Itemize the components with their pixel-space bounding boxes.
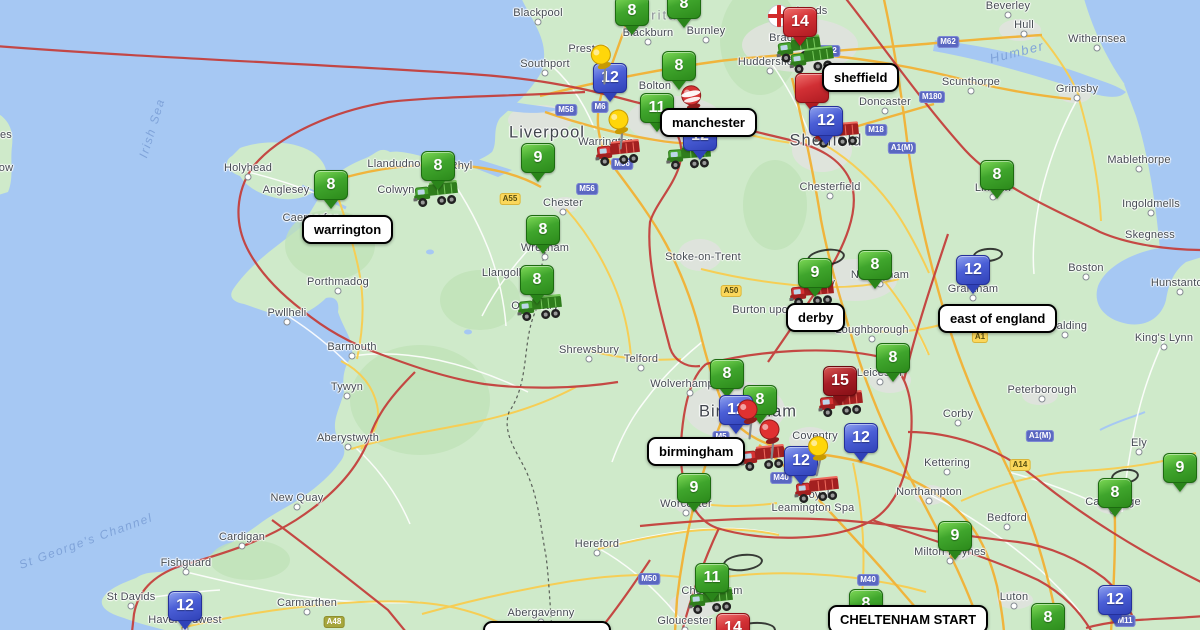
map-app: BlackpoolSouthportPrestonBlackburnBurnle… bbox=[0, 0, 1200, 630]
map-canvas[interactable] bbox=[0, 0, 1200, 630]
